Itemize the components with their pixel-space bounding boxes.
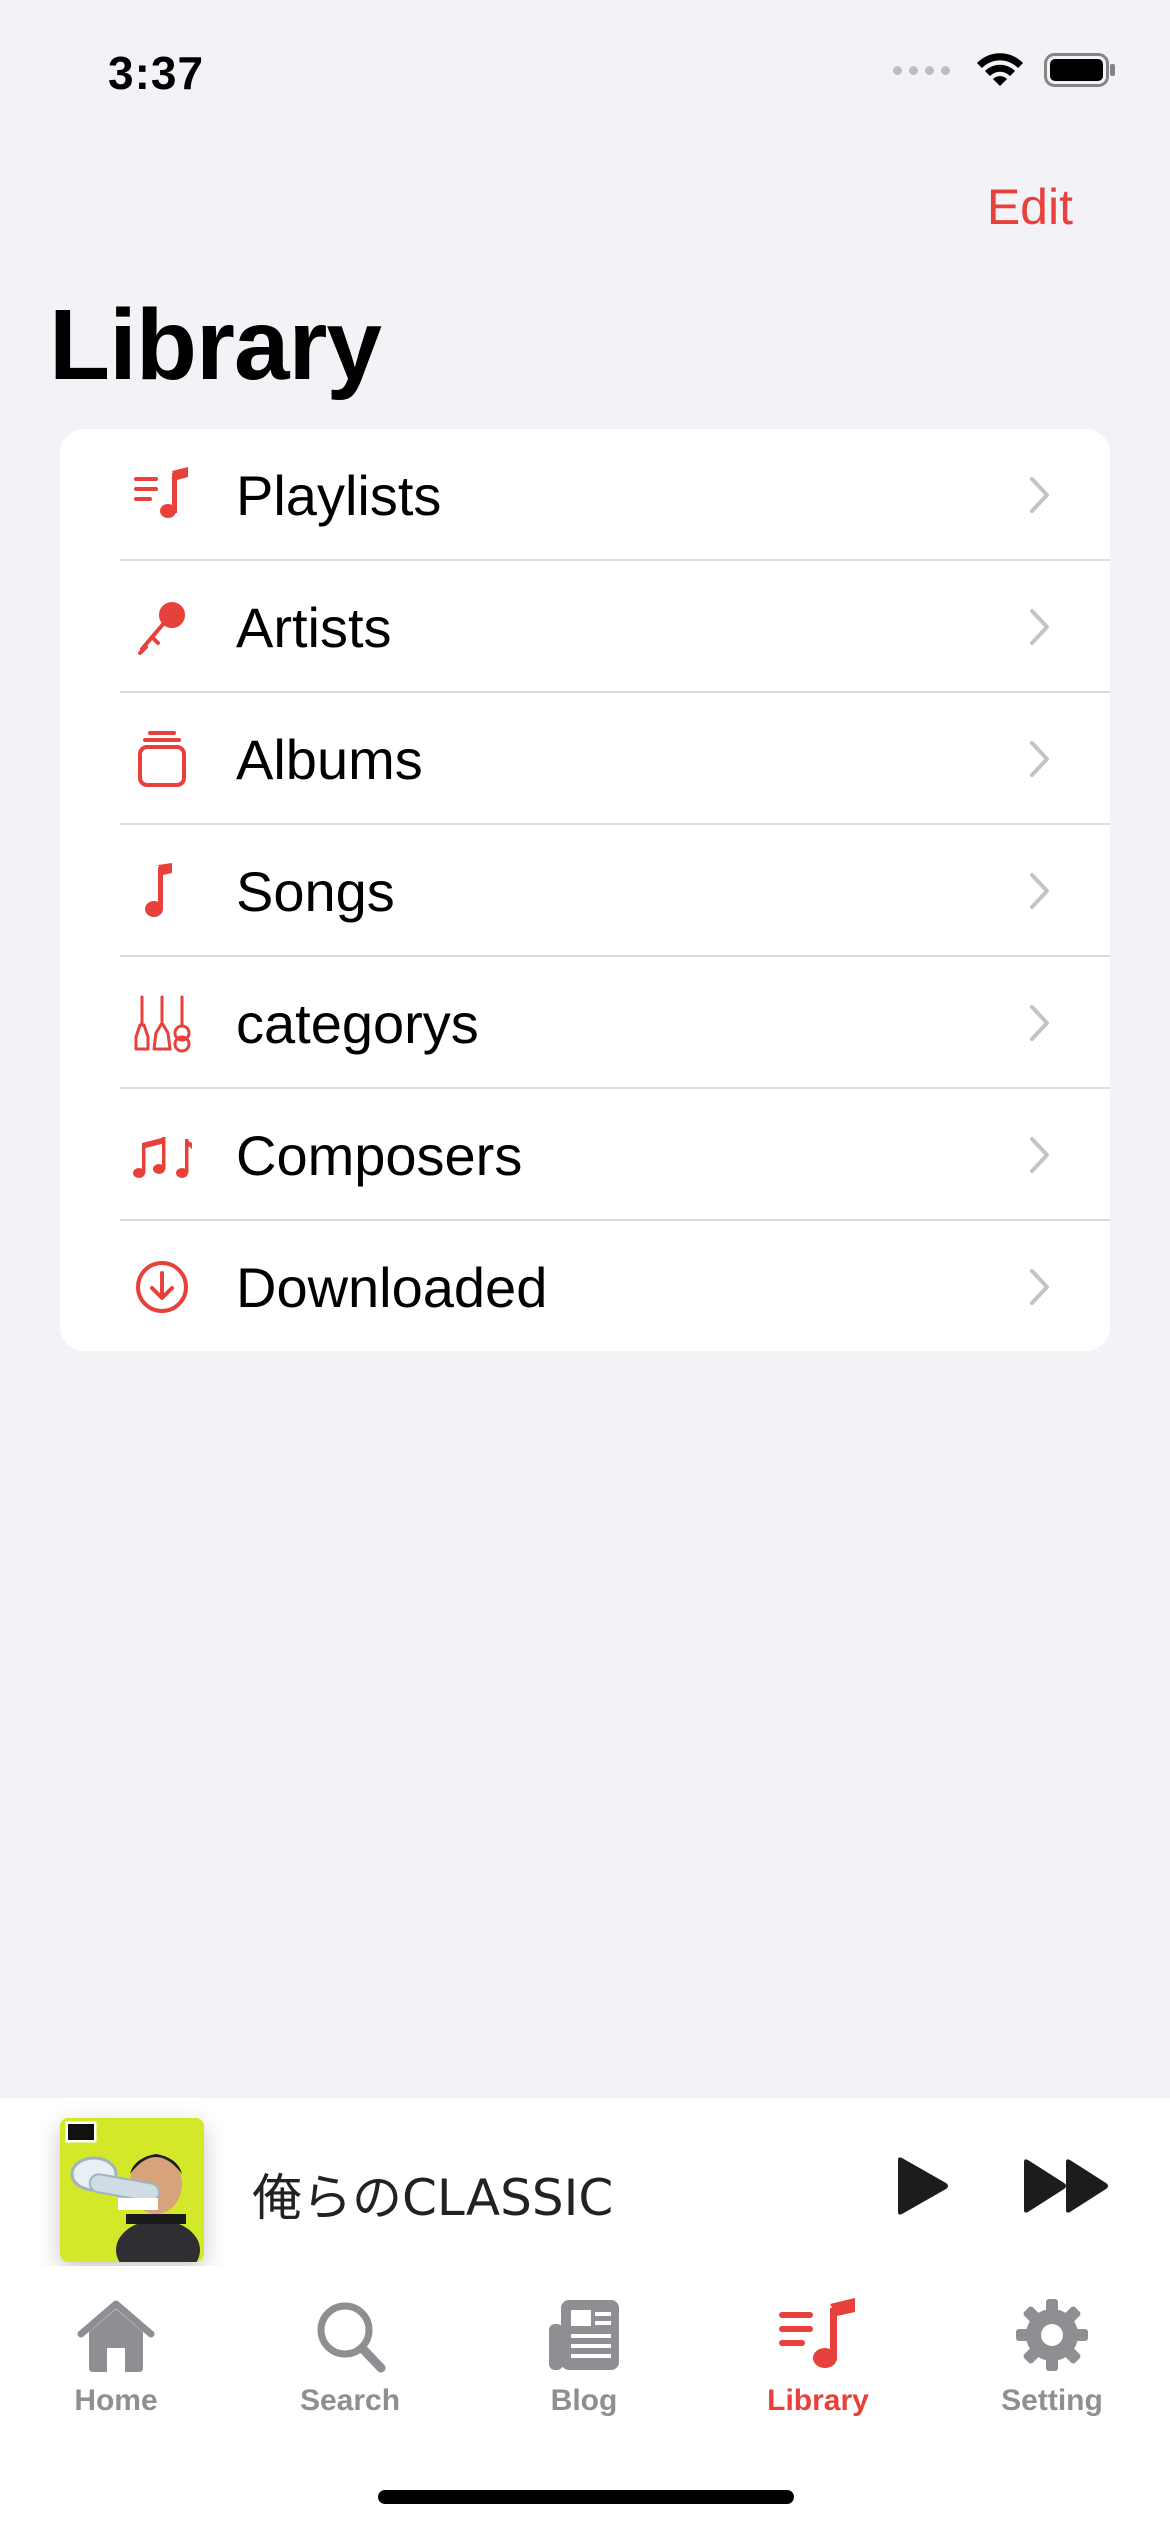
- album-artwork-image: [60, 2118, 204, 2262]
- home-indicator[interactable]: [378, 2490, 794, 2504]
- album-stack-icon: [138, 731, 186, 787]
- tab-setting[interactable]: Setting: [952, 2294, 1152, 2418]
- library-item-playlists[interactable]: Playlists: [60, 429, 1110, 561]
- wifi-icon: [977, 53, 1023, 86]
- music-notes-icon: [133, 1137, 192, 1178]
- tab-library[interactable]: Library: [718, 2294, 918, 2418]
- library-item-categorys[interactable]: categorys: [60, 957, 1110, 1089]
- tab-label: Search: [299, 2384, 401, 2417]
- status-time: 3:37: [108, 47, 205, 99]
- library-item-artists[interactable]: Artists: [60, 561, 1110, 693]
- now-playing-title: 俺らのCLASSIC: [252, 2169, 614, 2227]
- play-icon[interactable]: [890, 2156, 950, 2216]
- edit-button[interactable]: Edit: [987, 178, 1073, 236]
- tab-label: Blog: [550, 2384, 618, 2417]
- page-title: Library: [49, 289, 382, 401]
- album-artwork[interactable]: [60, 2118, 204, 2262]
- tab-label: Home: [74, 2384, 158, 2417]
- library-item-label: Albums: [236, 727, 423, 791]
- tab-blog[interactable]: Blog: [484, 2294, 684, 2418]
- fast-forward-icon[interactable]: [1020, 2158, 1112, 2214]
- tab-label: Library: [767, 2384, 869, 2417]
- gear-icon: [1016, 2299, 1088, 2371]
- library-item-label: Playlists: [236, 463, 442, 527]
- newspaper-icon: [549, 2300, 619, 2370]
- tab-label: Setting: [1001, 2384, 1103, 2417]
- download-circle-icon: [136, 1261, 188, 1313]
- chevron-right-icon: [1030, 741, 1049, 777]
- playlist-icon: [134, 467, 188, 518]
- music-note-icon: [145, 863, 172, 917]
- cellular-signal-icon: [893, 65, 950, 75]
- mini-player[interactable]: 俺らのCLASSIC: [0, 2098, 1170, 2266]
- chevron-right-icon: [1030, 873, 1049, 909]
- library-item-label: Songs: [236, 859, 395, 923]
- library-item-songs[interactable]: Songs: [60, 825, 1110, 957]
- microphone-icon: [138, 602, 185, 655]
- library-item-label: Downloaded: [236, 1255, 548, 1319]
- library-item-label: Composers: [236, 1123, 523, 1187]
- tab-search[interactable]: Search: [250, 2294, 450, 2418]
- library-screen: 3:37 Edit Library Playlists Artists Albu…: [0, 0, 1170, 2532]
- battery-icon: [1044, 53, 1115, 87]
- library-item-label: categorys: [236, 991, 479, 1055]
- library-item-albums[interactable]: Albums: [60, 693, 1110, 825]
- status-indicators: [893, 52, 1116, 88]
- guitars-icon: [134, 995, 191, 1053]
- chevron-right-icon: [1030, 609, 1049, 645]
- tab-home[interactable]: Home: [16, 2294, 216, 2418]
- chevron-right-icon: [1030, 1005, 1049, 1041]
- chevron-right-icon: [1030, 1269, 1049, 1305]
- library-item-downloaded[interactable]: Downloaded: [60, 1221, 1110, 1351]
- house-icon: [77, 2300, 155, 2372]
- chevron-right-icon: [1030, 477, 1049, 513]
- library-list: Playlists Artists Albums Songs categorys…: [60, 429, 1110, 1351]
- chevron-right-icon: [1030, 1137, 1049, 1173]
- playlist-icon: [779, 2298, 855, 2368]
- library-item-composers[interactable]: Composers: [60, 1089, 1110, 1221]
- library-item-label: Artists: [236, 595, 392, 659]
- magnifier-icon: [317, 2302, 386, 2373]
